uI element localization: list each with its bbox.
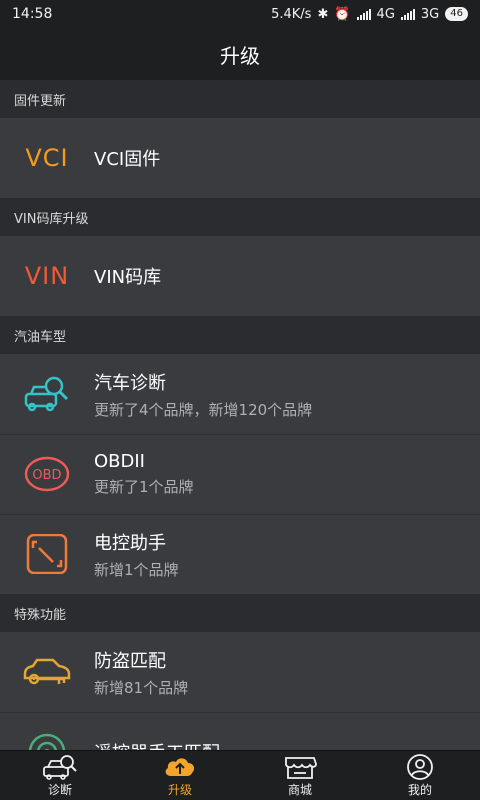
item-text: VIN码库	[94, 263, 161, 289]
tab-label: 升级	[167, 782, 192, 797]
tab-label: 诊断	[47, 782, 72, 797]
list-item-anti-theft[interactable]: 防盗匹配 新增81个品牌	[0, 632, 480, 712]
bluetooth-icon: ✱	[317, 6, 329, 22]
shop-icon	[285, 756, 317, 779]
section-label: 汽油车型	[14, 329, 67, 345]
status-icons: 5.4K/s ✱ ⏰ 4G 3G 46	[271, 7, 468, 22]
battery-icon: 46	[445, 7, 468, 21]
section-header-gasoline: 汽油车型	[0, 316, 480, 354]
list-item-ecu-assistant[interactable]: 电控助手 新增1个品牌	[0, 514, 480, 594]
section-header-vin: VIN码库升级	[0, 198, 480, 236]
item-title: VCI固件	[94, 149, 161, 170]
item-text: 遥控器手工匹配	[94, 739, 220, 750]
signal-icon	[356, 8, 371, 20]
section-header-firmware: 固件更新	[0, 80, 480, 118]
item-title: OBDII	[94, 451, 145, 472]
vin-text-icon: VIN	[24, 262, 70, 290]
network-type-2: 3G	[420, 6, 440, 22]
item-subtitle: 更新了1个品牌	[94, 478, 194, 496]
item-subtitle: 新增1个品牌	[94, 560, 179, 579]
car-diagnosis-icon	[0, 354, 94, 434]
item-subtitle: 更新了4个品牌，新增120个品牌	[94, 400, 313, 419]
section-header-special: 特殊功能	[0, 594, 480, 632]
item-title: 电控助手	[94, 532, 166, 554]
item-text: OBDII 更新了1个品牌	[94, 451, 194, 497]
network-speed: 5.4K/s	[271, 6, 312, 22]
item-title: 汽车诊断	[94, 372, 166, 394]
status-bar: 14:58 5.4K/s ✱ ⏰ 4G 3G 46	[0, 0, 480, 28]
diagnosis-car-icon	[43, 754, 77, 780]
item-title: 防盗匹配	[94, 650, 166, 672]
item-text: 防盗匹配 新增81个品牌	[94, 647, 188, 698]
item-title: VIN码库	[94, 267, 162, 288]
upgrade-list[interactable]: 固件更新 VCI VCI固件 VIN码库升级 VIN VIN码库 汽油车型 汽车…	[0, 80, 480, 750]
signal-icon-2	[400, 8, 415, 20]
list-item-vin-library[interactable]: VIN VIN码库	[0, 236, 480, 316]
list-item-remote-manual-match[interactable]: 遥控器手工匹配	[0, 712, 480, 750]
list-item-obdii[interactable]: OBD OBDII 更新了1个品牌	[0, 434, 480, 514]
tab-diagnosis[interactable]: 诊断	[0, 751, 120, 800]
page-title: 升级	[220, 43, 260, 68]
section-label: VIN码库升级	[14, 211, 89, 227]
bottom-tab-bar: 诊断 升级 商城 我的	[0, 750, 480, 800]
network-type-1: 4G	[376, 6, 395, 22]
section-label: 特殊功能	[14, 607, 67, 623]
vci-text-icon: VCI	[25, 144, 69, 172]
item-text: 汽车诊断 更新了4个品牌，新增120个品牌	[94, 369, 312, 420]
obd-icon: OBD	[0, 434, 94, 514]
cloud-upload-icon	[165, 757, 195, 776]
item-text: 电控助手 新增1个品牌	[94, 529, 179, 580]
list-item-vci-firmware[interactable]: VCI VCI固件	[0, 118, 480, 198]
tab-label: 商城	[287, 782, 312, 797]
tab-shop[interactable]: 商城	[240, 751, 360, 800]
section-label: 固件更新	[14, 93, 67, 109]
item-text: VCI固件	[94, 145, 160, 171]
profile-icon	[407, 753, 433, 780]
ecu-assistant-icon	[0, 514, 94, 594]
item-subtitle: 新增81个品牌	[94, 678, 189, 697]
item-title: 遥控器手工匹配	[94, 739, 220, 750]
anti-theft-car-key-icon	[0, 632, 94, 712]
tab-upgrade[interactable]: 升级	[120, 751, 240, 800]
svg-text:OBD: OBD	[32, 468, 61, 483]
status-time: 14:58	[12, 6, 53, 22]
tab-label: 我的	[407, 782, 432, 797]
tab-profile[interactable]: 我的	[360, 751, 480, 800]
title-bar: 升级	[0, 28, 480, 80]
list-item-car-diagnosis[interactable]: 汽车诊断 更新了4个品牌，新增120个品牌	[0, 354, 480, 434]
alarm-icon: ⏰	[334, 6, 351, 22]
remote-control-icon	[0, 712, 94, 750]
